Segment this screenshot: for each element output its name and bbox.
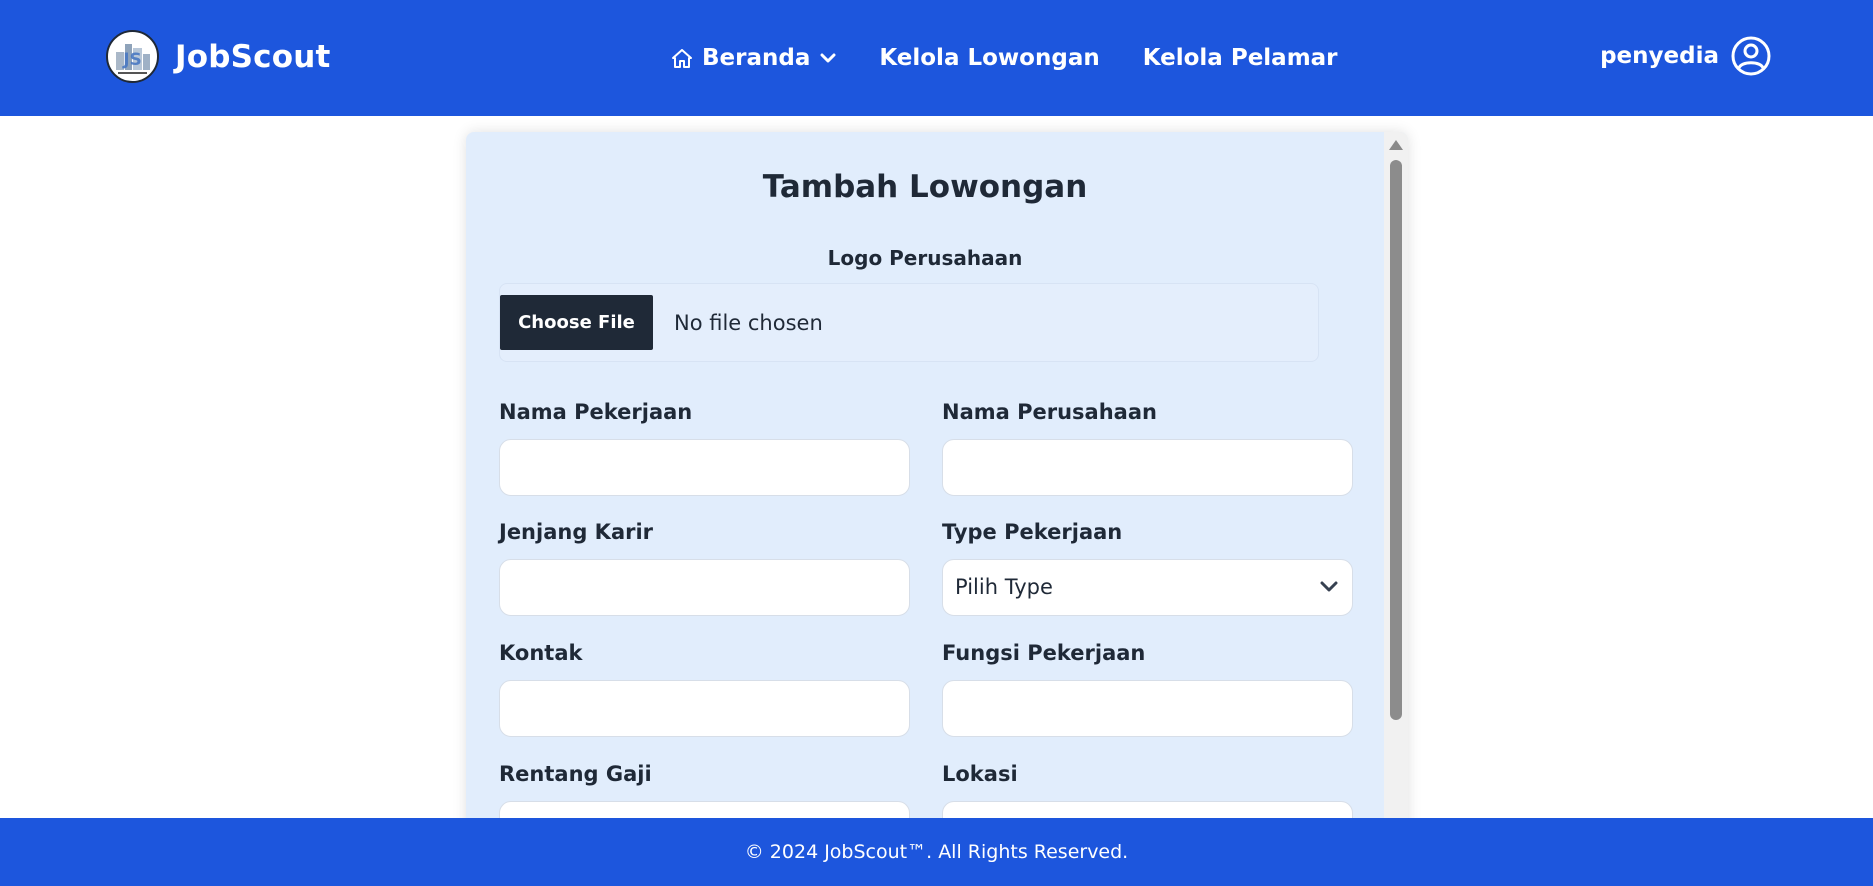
label-nama-perusahaan: Nama Perusahaan [942, 400, 1157, 424]
top-navbar: JS JobScout Beranda Kelola Lowongan Kelo… [0, 0, 1873, 116]
label-rentang-gaji: Rentang Gaji [499, 762, 652, 786]
jenjang-karir-input[interactable] [499, 559, 910, 616]
brand-link[interactable]: JS JobScout [106, 30, 331, 83]
label-fungsi-pekerjaan: Fungsi Pekerjaan [942, 641, 1146, 665]
chevron-down-icon [1320, 581, 1338, 592]
nav-item-beranda[interactable]: Beranda [672, 45, 836, 71]
add-job-form-card: Tambah Lowongan Logo Perusahaan Choose F… [466, 132, 1408, 886]
chevron-down-icon [820, 53, 836, 62]
footer: © 2024 JobScout™. All Rights Reserved. [0, 818, 1873, 886]
label-kontak: Kontak [499, 641, 583, 665]
scroll-thumb[interactable] [1390, 160, 1402, 720]
user-name: penyedia [1600, 43, 1719, 69]
label-nama-pekerjaan: Nama Pekerjaan [499, 400, 693, 424]
label-jenjang-karir: Jenjang Karir [499, 520, 654, 544]
label-type-pekerjaan: Type Pekerjaan [942, 520, 1123, 544]
select-value: Pilih Type [955, 575, 1053, 599]
logo-file-input[interactable]: Choose File No file chosen [499, 283, 1319, 362]
home-icon [672, 48, 692, 68]
nav-item-label: Beranda [702, 45, 811, 71]
nav-item-label: Kelola Lowongan [879, 45, 1100, 71]
file-status-text: No file chosen [674, 311, 823, 335]
logo-label: Logo Perusahaan [827, 246, 1023, 270]
nama-pekerjaan-input[interactable] [499, 439, 910, 496]
nama-perusahaan-input[interactable] [942, 439, 1353, 496]
logo-text: JS [122, 50, 142, 70]
brand-name: JobScout [175, 38, 331, 75]
main-nav: Beranda Kelola Lowongan Kelola Pelamar [672, 0, 1338, 116]
label-lokasi: Lokasi [942, 762, 1018, 786]
kontak-input[interactable] [499, 680, 910, 737]
form-title: Tambah Lowongan [762, 169, 1088, 205]
nav-item-kelola-pelamar[interactable]: Kelola Pelamar [1143, 45, 1338, 71]
scroll-up-arrow-icon[interactable] [1389, 140, 1403, 150]
card-scrollbar[interactable] [1384, 132, 1408, 886]
nav-item-kelola-lowongan[interactable]: Kelola Lowongan [879, 45, 1099, 71]
type-pekerjaan-select[interactable]: Pilih Type [942, 559, 1353, 616]
footer-copyright: © 2024 JobScout™. All Rights Reserved. [744, 841, 1129, 863]
nav-item-label: Kelola Pelamar [1142, 45, 1338, 71]
fungsi-pekerjaan-input[interactable] [942, 680, 1353, 737]
user-menu[interactable]: penyedia [1600, 36, 1771, 76]
choose-file-button[interactable]: Choose File [500, 295, 653, 350]
logo-icon: JS [108, 32, 157, 81]
user-circle-icon [1731, 36, 1771, 76]
brand-logo: JS [106, 30, 159, 83]
